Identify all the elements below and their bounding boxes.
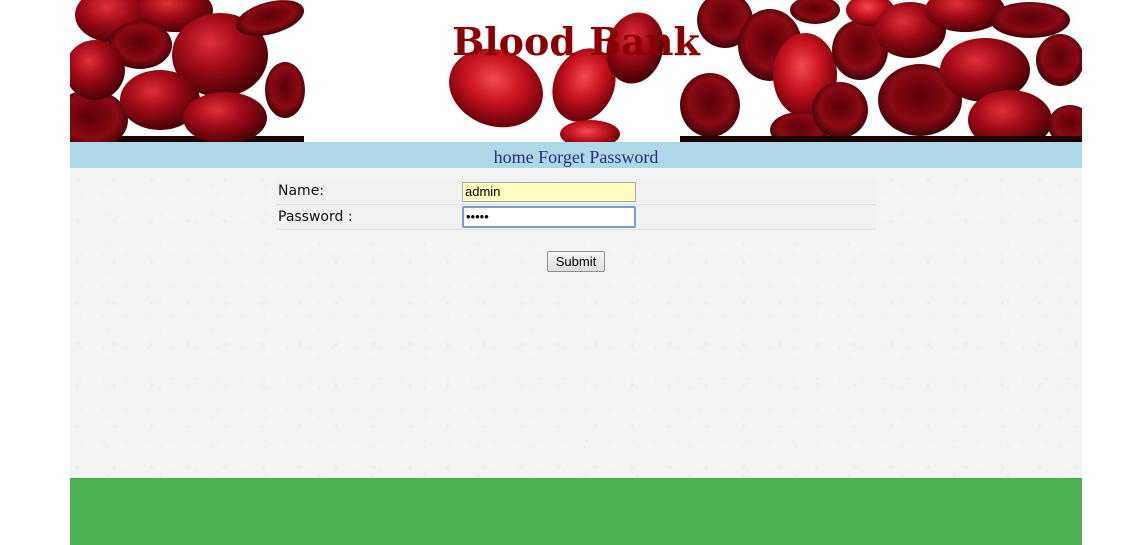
page: Blood Bank home Forget Password Name: Pa…	[70, 0, 1082, 545]
footer	[70, 478, 1082, 545]
blood-cells-banner-image	[70, 0, 1082, 142]
header-banner: Blood Bank	[70, 0, 1082, 142]
content-area: Name: Password : Submit	[70, 168, 1082, 478]
nav-link-forget-password[interactable]: Forget Password	[538, 147, 658, 167]
submit-button[interactable]: Submit	[547, 251, 605, 272]
login-form-table: Name: Password :	[276, 179, 876, 230]
password-input[interactable]	[462, 205, 636, 228]
name-label: Name:	[278, 183, 325, 200]
password-row: Password :	[276, 204, 876, 229]
name-input-cell	[462, 179, 876, 204]
name-input[interactable]	[462, 181, 636, 202]
name-row: Name:	[276, 179, 876, 204]
password-input-cell	[462, 204, 876, 229]
password-label: Password :	[278, 208, 353, 225]
nav-link-home[interactable]: home	[494, 147, 534, 167]
nav-bar: home Forget Password	[70, 142, 1082, 168]
